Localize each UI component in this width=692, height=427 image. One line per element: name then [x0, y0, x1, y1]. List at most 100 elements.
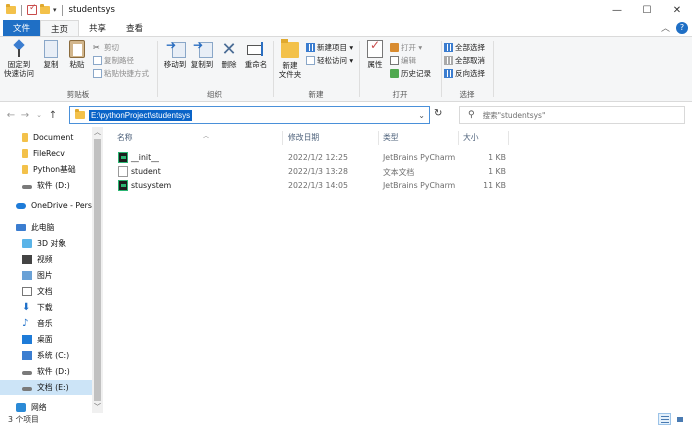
search-icon: ⚲ — [468, 110, 475, 120]
nav-item-documents[interactable]: 文档 — [0, 284, 92, 299]
collapse-ribbon-icon[interactable]: ︿ — [661, 21, 670, 34]
file-date: 2022/1/3 13:28 — [288, 167, 348, 176]
system-drive-icon — [22, 351, 32, 360]
nav-item-drive-c[interactable]: 系统 (C:) — [0, 348, 92, 363]
nav-item-onedrive[interactable]: OneDrive - Persc — [0, 198, 92, 213]
nav-item-music[interactable]: ♪ 音乐 — [0, 316, 92, 331]
video-icon — [22, 255, 32, 264]
properties-icon[interactable] — [27, 3, 37, 15]
nav-item-videos[interactable]: 视频 — [0, 252, 92, 267]
organize-group-label: 组织 — [207, 90, 222, 99]
nav-item-3d-objects[interactable]: 3D 对象 — [0, 236, 92, 251]
nav-item-this-pc[interactable]: 此电脑 — [0, 220, 92, 235]
pin-quick-access-button[interactable]: 固定到 快速访问 — [4, 40, 34, 78]
nav-item-drive-d[interactable]: 软件 (D:) — [0, 364, 92, 379]
delete-x-icon: ✕ — [221, 39, 237, 60]
easy-access-button[interactable]: 轻松访问 ▾ — [306, 55, 353, 66]
recent-locations-chevron-icon[interactable]: ⌄ — [32, 111, 46, 119]
copy-to-button[interactable]: 复制到 — [189, 40, 215, 69]
nav-item-downloads[interactable]: ⬇ 下载 — [0, 300, 92, 315]
music-icon: ♪ — [22, 318, 29, 329]
move-to-button[interactable]: 移动到 — [162, 40, 188, 69]
file-type: 文本文档 — [383, 168, 415, 177]
paste-shortcut-button[interactable]: 粘贴快捷方式 — [93, 68, 149, 79]
properties-button[interactable]: 属性 — [364, 40, 386, 69]
forward-arrow-icon[interactable]: → — [18, 110, 32, 121]
search-box[interactable]: ⚲ 搜索"studentsys" — [459, 106, 685, 124]
column-header-type[interactable]: 类型 — [383, 132, 458, 146]
nav-pane-scrollbar[interactable]: ︿ ﹀ — [92, 127, 103, 413]
tab-home[interactable]: 主页 — [40, 20, 80, 36]
new-group: 新建 文件夹 新建项目 ▾ 轻松访问 ▾ 新建 — [274, 37, 358, 101]
customize-chevron-icon[interactable]: ▾ — [53, 6, 57, 14]
nav-item-pictures[interactable]: 图片 — [0, 268, 92, 283]
edit-button[interactable]: 编辑 — [390, 55, 416, 66]
cut-button[interactable]: 剪切 — [93, 42, 119, 53]
file-type: JetBrains PyCharm — [383, 181, 456, 190]
scroll-up-chevron-icon[interactable]: ︿ — [92, 127, 103, 138]
nav-item-document[interactable]: Document — [0, 130, 92, 145]
sort-ascending-icon: ︿ — [203, 133, 210, 140]
close-button[interactable]: ✕ — [662, 0, 692, 20]
folder-icon — [22, 149, 28, 158]
new-item-button[interactable]: 新建项目 ▾ — [306, 42, 353, 53]
paste-button[interactable]: 粘贴 — [66, 40, 88, 69]
file-name: stusystem — [131, 181, 172, 190]
back-arrow-icon[interactable]: ← — [4, 110, 18, 121]
help-icon[interactable]: ? — [676, 21, 688, 34]
nav-item-python-basics[interactable]: Python基础 — [0, 162, 92, 177]
file-row[interactable]: student 2022/1/3 13:28 文本文档 1 KB — [110, 165, 510, 179]
file-row[interactable]: __init__ 2022/1/2 12:25 JetBrains PyChar… — [110, 151, 510, 165]
file-type: JetBrains PyCharm — [383, 153, 456, 162]
tab-file[interactable]: 文件 — [3, 20, 41, 36]
history-button[interactable]: 历史记录 — [390, 68, 431, 79]
new-folder-button[interactable]: 新建 文件夹 — [277, 39, 303, 79]
delete-button[interactable]: ✕ 删除 — [219, 39, 239, 70]
file-size: 1 KB — [488, 167, 506, 176]
refresh-icon[interactable]: ↻ — [434, 108, 442, 119]
copy-path-button[interactable]: 复制路径 — [93, 55, 134, 66]
copy-button[interactable]: 复制 — [40, 40, 62, 69]
large-icons-view-icon[interactable] — [673, 413, 686, 425]
scrollbar-thumb[interactable] — [94, 139, 101, 401]
details-view-icon[interactable] — [658, 413, 671, 425]
drive-icon — [22, 185, 32, 189]
address-bar[interactable]: E:\pythonProject\studentsys ⌄ — [69, 106, 430, 124]
nav-item-desktop[interactable]: 桌面 — [0, 332, 92, 347]
tab-view[interactable]: 查看 — [116, 20, 153, 36]
new-group-label: 新建 — [308, 90, 324, 99]
nav-item-filerecv[interactable]: FileRecv — [0, 146, 92, 161]
minimize-button[interactable]: — — [602, 0, 632, 20]
rename-button[interactable]: 重命名 — [242, 40, 270, 69]
select-none-button[interactable]: 全部取消 — [444, 55, 485, 66]
folder-icon — [75, 109, 85, 119]
up-arrow-icon[interactable]: ↑ — [46, 110, 60, 121]
scroll-down-chevron-icon[interactable]: ﹀ — [92, 402, 103, 413]
address-dropdown-chevron-icon[interactable]: ⌄ — [418, 111, 425, 120]
address-path[interactable]: E:\pythonProject\studentsys — [89, 109, 193, 121]
nav-item-drive-e[interactable]: 文档 (E:) — [0, 380, 92, 395]
clipboard-group: 固定到 快速访问 复制 粘贴 剪切 复制路径 粘贴快捷方式 剪贴板 — [0, 37, 156, 101]
status-bar: 3 个项目 — [0, 413, 692, 427]
invert-selection-icon — [444, 69, 453, 78]
divider — [458, 131, 459, 145]
computer-icon — [16, 224, 26, 231]
maximize-button[interactable]: ☐ — [632, 0, 662, 20]
column-header-date[interactable]: 修改日期 — [288, 132, 378, 146]
column-header-size[interactable]: 大小 — [463, 132, 508, 146]
3d-objects-icon — [22, 239, 32, 248]
copy-to-icon — [193, 40, 213, 58]
tab-share[interactable]: 共享 — [79, 20, 116, 36]
invert-selection-button[interactable]: 反向选择 — [444, 68, 485, 79]
onedrive-icon — [16, 202, 26, 209]
text-file-icon — [118, 166, 128, 177]
column-header-name[interactable]: 名称 ︿ — [117, 132, 287, 146]
nav-item-drive-d-quick[interactable]: 软件 (D:) — [0, 178, 92, 193]
select-all-button[interactable]: 全部选择 — [444, 42, 485, 53]
file-row[interactable]: stusystem 2022/1/3 14:05 JetBrains PyCha… — [110, 179, 510, 193]
open-button[interactable]: 打开 ▾ — [390, 42, 422, 53]
new-folder-icon — [281, 39, 299, 58]
folder-icon — [22, 133, 28, 142]
new-folder-icon[interactable] — [40, 4, 50, 14]
scissors-icon — [93, 43, 102, 52]
